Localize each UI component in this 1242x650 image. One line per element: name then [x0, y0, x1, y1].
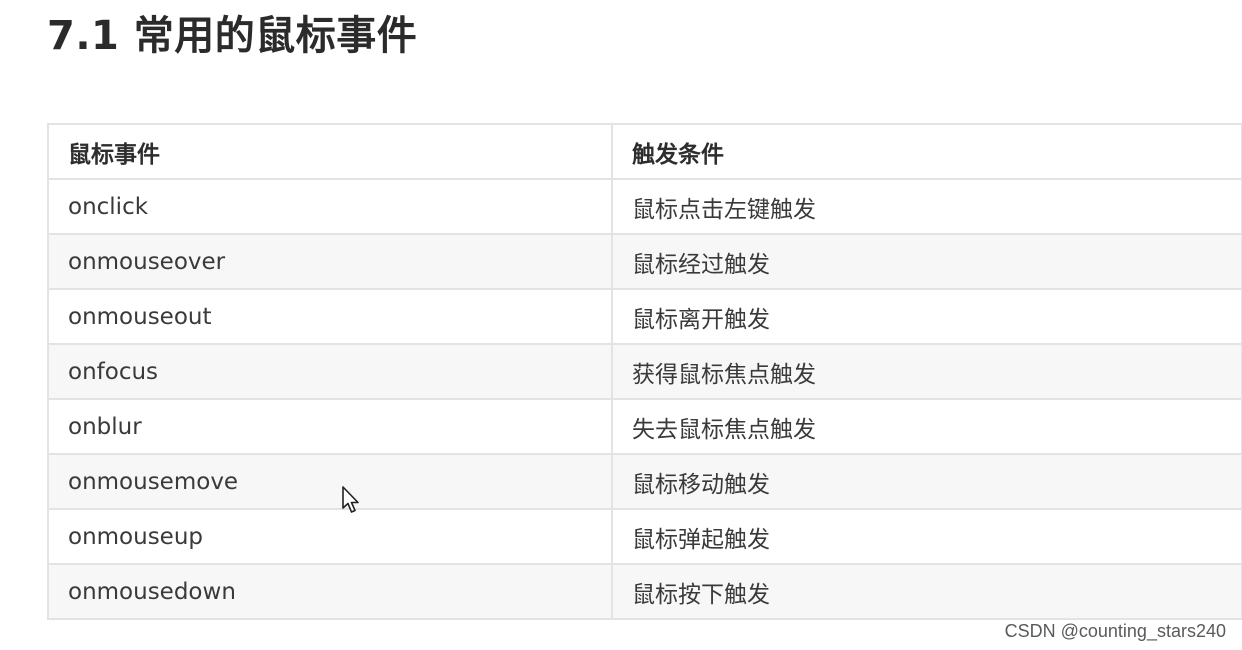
- table-header-row: 鼠标事件 触发条件: [47, 123, 1242, 180]
- table-row: onfocus 获得鼠标焦点触发: [47, 343, 1242, 400]
- trigger-condition-cell: 失去鼠标焦点触发: [611, 398, 1242, 455]
- event-name-cell: onmouseout: [47, 288, 613, 345]
- table-row: onmouseover 鼠标经过触发: [47, 233, 1242, 290]
- table-row: onblur 失去鼠标焦点触发: [47, 398, 1242, 455]
- event-name-cell: onclick: [47, 178, 613, 235]
- trigger-condition-cell: 鼠标移动触发: [611, 453, 1242, 510]
- page-title: 7.1 常用的鼠标事件: [47, 13, 418, 59]
- trigger-condition-cell: 鼠标离开触发: [611, 288, 1242, 345]
- table-row: onmousedown 鼠标按下触发: [47, 563, 1242, 620]
- trigger-condition-cell: 鼠标按下触发: [611, 563, 1242, 620]
- table-row: onmouseout 鼠标离开触发: [47, 288, 1242, 345]
- trigger-condition-cell: 鼠标经过触发: [611, 233, 1242, 290]
- trigger-condition-cell: 鼠标点击左键触发: [611, 178, 1242, 235]
- table-row: onmousemove 鼠标移动触发: [47, 453, 1242, 510]
- trigger-condition-cell: 获得鼠标焦点触发: [611, 343, 1242, 400]
- mouse-pointer-icon: [342, 486, 359, 513]
- watermark: CSDN @counting_stars240: [1004, 621, 1226, 641]
- table-row: onmouseup 鼠标弹起触发: [47, 508, 1242, 565]
- mouse-events-table: 鼠标事件 触发条件 onclick 鼠标点击左键触发 onmouseover 鼠…: [47, 123, 1242, 620]
- event-name-cell: onfocus: [47, 343, 613, 400]
- event-name-cell: onmousedown: [47, 563, 613, 620]
- column-header-event: 鼠标事件: [47, 123, 613, 180]
- table-row: onclick 鼠标点击左键触发: [47, 178, 1242, 235]
- event-name-cell: onblur: [47, 398, 613, 455]
- event-name-cell: onmouseover: [47, 233, 613, 290]
- column-header-condition: 触发条件: [611, 123, 1242, 180]
- event-name-cell: onmouseup: [47, 508, 613, 565]
- event-name-cell: onmousemove: [47, 453, 613, 510]
- trigger-condition-cell: 鼠标弹起触发: [611, 508, 1242, 565]
